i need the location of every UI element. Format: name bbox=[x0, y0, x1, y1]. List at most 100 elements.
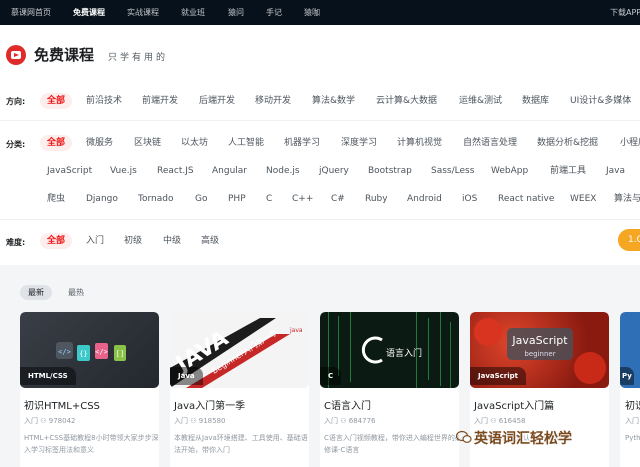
nav-questions[interactable]: 猿问 bbox=[228, 0, 244, 25]
category-chip[interactable]: Django bbox=[86, 191, 118, 207]
category-chip[interactable]: C bbox=[266, 191, 272, 207]
course-tag: C bbox=[320, 367, 342, 385]
nav-practical-courses[interactable]: 实战课程 bbox=[127, 0, 159, 25]
direction-chip[interactable]: 前端开发 bbox=[142, 93, 178, 109]
nav-home[interactable]: 慕课网首页 bbox=[11, 0, 51, 25]
category-chip[interactable]: 爬虫 bbox=[47, 191, 65, 207]
svg-text:</>: </> bbox=[58, 348, 71, 356]
course-thumbnail: JavaScript beginner JavaScript bbox=[470, 312, 609, 388]
category-chip[interactable]: Angular bbox=[212, 163, 247, 179]
category-chip[interactable]: Java bbox=[606, 163, 625, 179]
direction-chip[interactable]: 前沿技术 bbox=[86, 93, 122, 109]
direction-chip-all[interactable]: 全部 bbox=[40, 93, 73, 109]
category-chip[interactable]: 深度学习 bbox=[341, 135, 377, 151]
direction-chip[interactable]: 移动开发 bbox=[255, 93, 291, 109]
course-meta: 入门 ⚇ 616458 bbox=[474, 417, 526, 425]
category-chip[interactable]: 以太坊 bbox=[181, 135, 208, 151]
category-chip[interactable]: 小程序 bbox=[620, 135, 640, 151]
category-chip[interactable]: React native bbox=[498, 191, 554, 207]
category-chip[interactable]: 前端工具 bbox=[550, 163, 586, 179]
course-title[interactable]: Java入门第一季 bbox=[174, 397, 245, 412]
svg-text:语言入门: 语言入门 bbox=[386, 347, 422, 359]
course-card[interactable]: Py 初识 入门 Python bbox=[620, 312, 640, 467]
category-chip[interactable]: Ruby bbox=[365, 191, 388, 207]
direction-chip[interactable]: 运维&测试 bbox=[459, 93, 502, 109]
difficulty-chip[interactable]: 入门 bbox=[86, 233, 104, 249]
side-pill[interactable]: 1.0 bbox=[618, 229, 640, 251]
category-chip[interactable]: 人工智能 bbox=[228, 135, 264, 151]
difficulty-chip[interactable]: 中级 bbox=[163, 233, 181, 249]
category-chip[interactable]: WEEX bbox=[570, 191, 596, 207]
category-chip-all[interactable]: 全部 bbox=[40, 135, 73, 151]
course-tag: HTML/CSS bbox=[20, 367, 76, 385]
difficulty-chip[interactable]: 高级 bbox=[201, 233, 219, 249]
category-chip[interactable]: Tornado bbox=[138, 191, 173, 207]
category-chip[interactable]: Vue.js bbox=[110, 163, 137, 179]
category-chip[interactable]: WebApp bbox=[491, 163, 528, 179]
direction-chip[interactable]: 算法&数学 bbox=[312, 93, 355, 109]
page-title: 免费课程 bbox=[34, 46, 95, 64]
category-label: 分类: bbox=[6, 140, 26, 149]
course-thumbnail: Py bbox=[620, 312, 640, 388]
nav-career[interactable]: 就业班 bbox=[181, 0, 205, 25]
course-description: C语言入门视频教程，带你进入编程世界的必修课-C语言 bbox=[324, 434, 459, 454]
svg-text:java: java bbox=[289, 327, 303, 334]
sort-tab-newest[interactable]: 最新 bbox=[20, 285, 52, 300]
direction-chip[interactable]: 云计算&大数据 bbox=[376, 93, 437, 109]
category-chip[interactable]: C# bbox=[331, 191, 345, 207]
direction-chip[interactable]: 数据库 bbox=[522, 93, 549, 109]
course-thumbnail: JAVA Beginner入门第一季 java Java bbox=[170, 312, 309, 388]
difficulty-chip[interactable]: 初级 bbox=[124, 233, 142, 249]
learners-icon: ⚇ bbox=[490, 417, 499, 425]
category-chip[interactable]: 数据分析&挖掘 bbox=[537, 135, 598, 151]
course-thumbnail: 语言入门 C bbox=[320, 312, 459, 388]
category-chip[interactable]: 区块链 bbox=[134, 135, 161, 151]
learners-icon: ⚇ bbox=[190, 417, 199, 425]
category-chip[interactable]: 自然语言处理 bbox=[463, 135, 517, 151]
category-chip[interactable]: Bootstrap bbox=[368, 163, 412, 179]
difficulty-label: 难度: bbox=[6, 238, 26, 247]
course-card[interactable]: </> {} </> [] HTML/CSS 初识HTML+CSS 入门 ⚇ 9… bbox=[20, 312, 159, 467]
category-chip[interactable]: Go bbox=[195, 191, 207, 207]
course-card[interactable]: JAVA Beginner入门第一季 java Java Java入门第一季 入… bbox=[170, 312, 309, 467]
category-chip[interactable]: iOS bbox=[462, 191, 477, 207]
learners-icon: ⚇ bbox=[340, 417, 349, 425]
category-chip[interactable]: JavaScript bbox=[47, 163, 92, 179]
sort-tab-hottest[interactable]: 最热 bbox=[60, 285, 92, 300]
play-logo-icon bbox=[6, 45, 26, 65]
category-chip[interactable]: Android bbox=[407, 191, 442, 207]
download-app-link[interactable]: 下载APP bbox=[610, 0, 640, 25]
course-meta: 入门 bbox=[625, 417, 639, 425]
course-meta: 入门 ⚇ 978042 bbox=[24, 417, 76, 425]
watermark-text: 英语词汇轻松学 bbox=[474, 431, 572, 447]
learners-icon: ⚇ bbox=[40, 417, 49, 425]
direction-chip[interactable]: UI设计&多媒体 bbox=[570, 93, 631, 109]
course-card[interactable]: 语言入门 C C语言入门 入门 ⚇ 684776 C语言入门视频教程，带你进入编… bbox=[320, 312, 459, 467]
course-description: Python bbox=[625, 434, 640, 442]
course-title[interactable]: 初识 bbox=[625, 397, 640, 412]
category-chip[interactable]: 算法与 bbox=[614, 191, 640, 207]
category-chip[interactable]: C++ bbox=[292, 191, 313, 207]
difficulty-chip-all[interactable]: 全部 bbox=[40, 233, 73, 249]
filter-divider bbox=[0, 120, 640, 121]
category-chip[interactable]: 微服务 bbox=[86, 135, 113, 151]
course-title[interactable]: JavaScript入门篇 bbox=[474, 397, 554, 412]
course-title[interactable]: C语言入门 bbox=[324, 397, 371, 412]
course-meta: 入门 ⚇ 684776 bbox=[324, 417, 376, 425]
category-chip[interactable]: jQuery bbox=[319, 163, 349, 179]
svg-text:[]: [] bbox=[116, 350, 124, 358]
nav-free-courses[interactable]: 免费课程 bbox=[73, 0, 105, 25]
category-chip[interactable]: 计算机视觉 bbox=[397, 135, 442, 151]
course-tag: Py bbox=[620, 367, 634, 385]
category-chip[interactable]: Sass/Less bbox=[431, 163, 474, 179]
category-chip[interactable]: React.JS bbox=[157, 163, 194, 179]
course-title[interactable]: 初识HTML+CSS bbox=[24, 397, 100, 412]
svg-text:</>: </> bbox=[95, 348, 108, 356]
course-tag: Java bbox=[170, 367, 203, 385]
category-chip[interactable]: 机器学习 bbox=[284, 135, 320, 151]
nav-notes[interactable]: 手记 bbox=[266, 0, 282, 25]
category-chip[interactable]: PHP bbox=[228, 191, 246, 207]
category-chip[interactable]: Node.js bbox=[266, 163, 300, 179]
direction-chip[interactable]: 后端开发 bbox=[199, 93, 235, 109]
nav-cafe[interactable]: 猿咖 bbox=[304, 0, 320, 25]
